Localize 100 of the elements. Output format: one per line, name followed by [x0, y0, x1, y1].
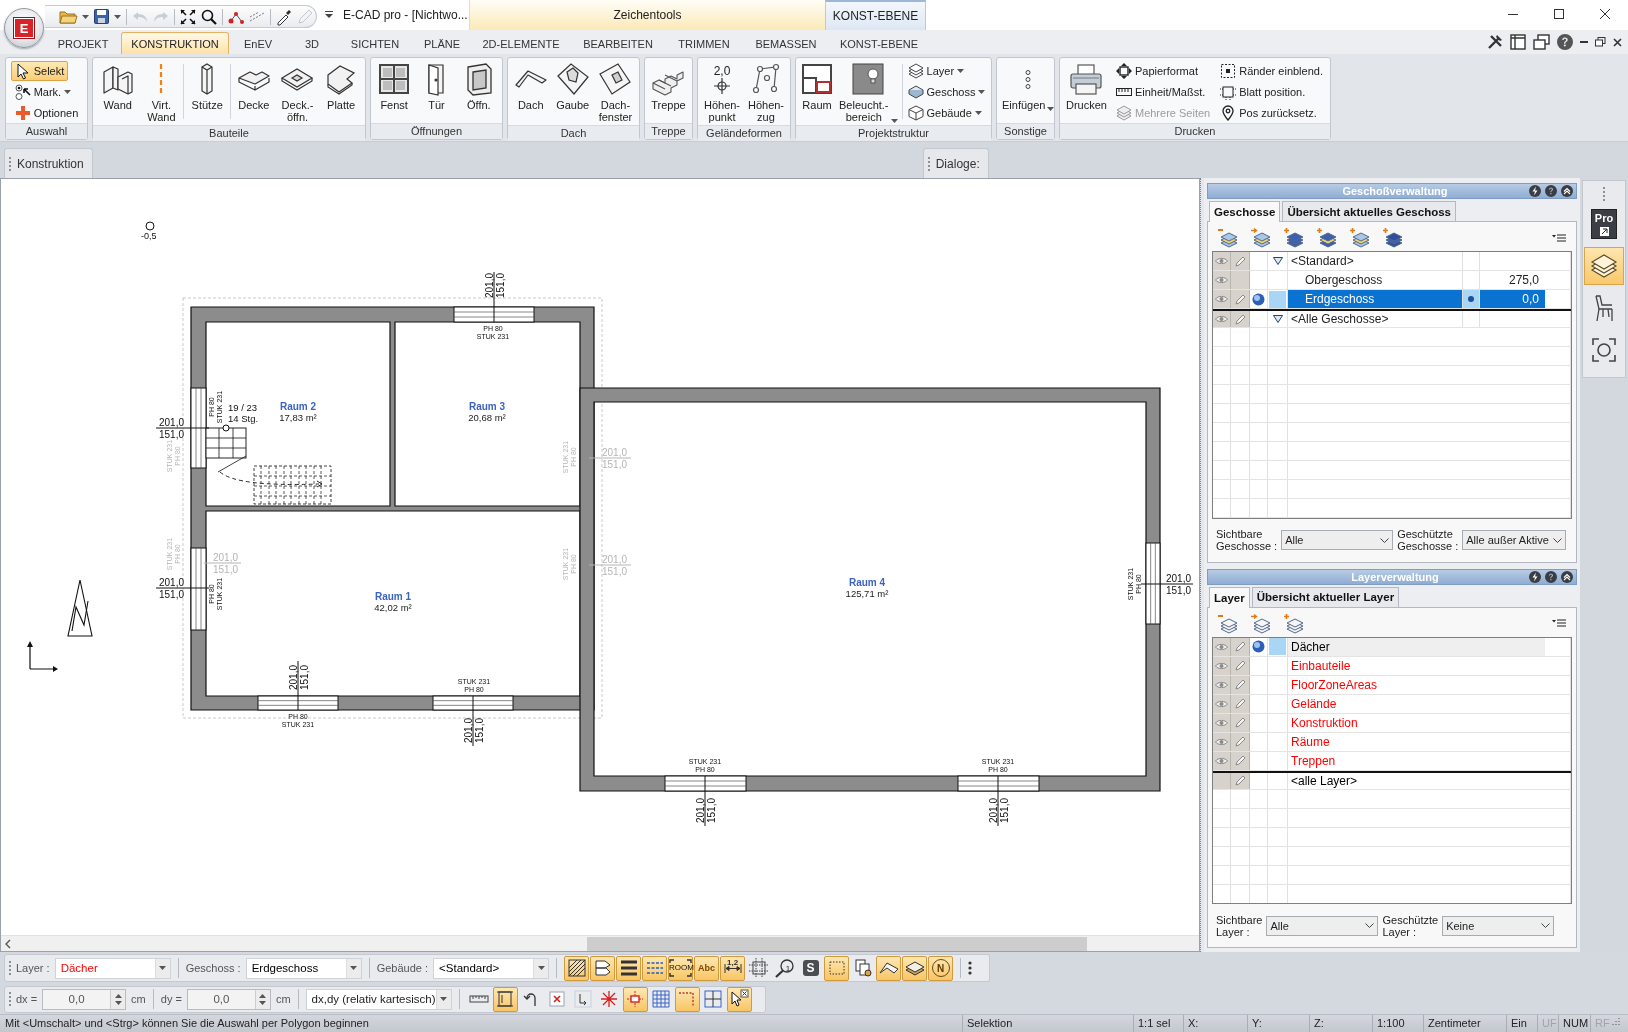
ribbon-button[interactable]: Wand	[98, 60, 137, 113]
lightning-icon[interactable]	[1529, 570, 1541, 583]
visibility-toggle[interactable]	[1213, 772, 1231, 789]
ribbon-tab[interactable]: TRIMMEN	[668, 32, 740, 54]
panel-tab[interactable]: Geschosse	[1209, 201, 1281, 222]
collapse-icon[interactable]	[1561, 570, 1573, 583]
stack-plus-icon[interactable]	[1317, 228, 1339, 248]
horizontal-scrollbar[interactable]	[1, 935, 1199, 951]
toolbar-button[interactable]: ROOM	[668, 955, 694, 981]
filter-select[interactable]: Alle außer Aktive	[1462, 530, 1567, 550]
layer-row[interactable]: Treppen	[1288, 751, 1545, 770]
ribbon-button[interactable]: Dach	[511, 60, 550, 113]
ribbon-button[interactable]: Raum	[798, 60, 836, 113]
toolbar-button[interactable]	[590, 955, 616, 981]
ribbon-button[interactable]: Gaube	[553, 60, 593, 113]
more-icon[interactable]	[968, 961, 973, 975]
panel-tab[interactable]: Übersicht aktueller Layer	[1251, 586, 1400, 607]
ribbon-button[interactable]: Geschoss	[903, 82, 990, 102]
toolbar-button[interactable]: S	[798, 955, 824, 981]
folder-icon[interactable]	[59, 9, 77, 24]
ribbon-button[interactable]: Mark.	[10, 82, 76, 102]
help-icon[interactable]	[1557, 34, 1573, 50]
spin-field[interactable]: 0,0	[186, 988, 271, 1010]
stack-minus-icon[interactable]	[1218, 613, 1240, 634]
edit-toggle[interactable]	[1231, 772, 1250, 789]
help-icon[interactable]	[1545, 185, 1557, 197]
visibility-toggle[interactable]	[1213, 637, 1231, 656]
stack-plus-icon[interactable]	[1284, 228, 1306, 248]
layer-row[interactable]: Gelände	[1288, 694, 1545, 713]
ribbon-button[interactable]: Platte	[322, 60, 361, 113]
ribbon-button[interactable]: Tür	[417, 60, 456, 113]
dropdown-field[interactable]: <Standard>	[433, 957, 550, 979]
storey-row[interactable]: Obergeschoss 275,0	[1288, 271, 1545, 289]
storey-row[interactable]: <Standard>	[1288, 252, 1545, 270]
help-icon[interactable]	[1545, 570, 1557, 583]
scrollbar-thumb[interactable]	[587, 936, 1087, 951]
ribbon-button[interactable]: 2,0 Höhen- punkt	[700, 60, 744, 125]
ribbon-button[interactable]: Papierformat	[1111, 61, 1202, 81]
ribbon-tab[interactable]: EnEV	[232, 32, 284, 54]
ribbon-button[interactable]: Dach- fenster	[595, 60, 636, 125]
ribbon-tab[interactable]: BEARBEITEN	[571, 32, 665, 54]
ribbon-button[interactable]: Optionen	[10, 103, 83, 123]
stack-minus-icon[interactable]	[1218, 228, 1240, 248]
filter-select[interactable]: Alle	[1281, 530, 1394, 550]
save-icon[interactable]	[94, 9, 109, 24]
visibility-toggle[interactable]	[1213, 271, 1231, 289]
ribbon-tab[interactable]: KONSTRUKTION	[121, 32, 229, 54]
storey-row[interactable]: <Alle Geschosse>	[1288, 311, 1545, 327]
side-button[interactable]	[1584, 247, 1624, 285]
ribbon-button[interactable]: Einheit/Maßst.	[1111, 82, 1210, 102]
layer-row[interactable]: Räume	[1288, 732, 1545, 751]
pipette-icon[interactable]	[276, 8, 292, 25]
layer-row[interactable]: FloorZoneAreas	[1288, 675, 1545, 694]
ribbon-tab[interactable]: BEMASSEN	[743, 32, 829, 54]
search-icon[interactable]	[201, 8, 217, 25]
ribbon-button[interactable]: Layer	[903, 61, 969, 81]
stack-arrow-icon[interactable]	[1251, 613, 1273, 634]
windows-icon[interactable]	[1533, 34, 1550, 50]
filter-select[interactable]: Alle	[1266, 915, 1379, 936]
stack-plus-icon[interactable]	[1383, 228, 1405, 248]
edit-toggle[interactable]	[1231, 637, 1250, 656]
layer-row[interactable]: Dächer	[1288, 637, 1545, 656]
spin-field[interactable]: 0,0	[42, 988, 127, 1010]
stack-plus-icon[interactable]	[1284, 613, 1306, 634]
mode-dropdown[interactable]: dx,dy (relativ kartesisch)	[305, 988, 452, 1010]
layer-row[interactable]: Konstruktion	[1288, 713, 1545, 732]
collapse-icon[interactable]	[1561, 185, 1573, 197]
application-menu-button[interactable]: E	[4, 8, 44, 48]
toolbar-button[interactable]	[616, 955, 642, 981]
ribbon-button[interactable]: Höhen- zug	[744, 60, 788, 125]
ribbon-button[interactable]: Treppe	[648, 60, 689, 113]
menu-icon[interactable]	[1552, 619, 1566, 628]
ribbon-button[interactable]: Stütze	[188, 60, 227, 113]
storey-row[interactable]: Erdgeschoss 0,0	[1288, 290, 1545, 308]
visibility-toggle[interactable]	[1213, 311, 1231, 327]
ribbon-button[interactable]: Deck.- öffn.	[278, 60, 317, 125]
toolbar-button[interactable]: 1,2	[720, 955, 746, 981]
dropdown-field[interactable]: Erdgeschoss	[245, 957, 362, 979]
edit-toggle[interactable]	[1231, 271, 1250, 289]
ribbon-button[interactable]: Virt. Wand	[144, 60, 179, 125]
toolbar-button[interactable]: 1	[772, 955, 798, 981]
ribbon-button[interactable]: Gebäude	[903, 103, 986, 123]
toolbar-grip[interactable]	[927, 156, 930, 171]
ribbon-button[interactable]: Öffn.	[459, 60, 498, 113]
toolbar-button[interactable]	[492, 986, 518, 1012]
ribbon-button[interactable]: Decke	[234, 60, 273, 113]
ribbon-button[interactable]: Ränder einblend.	[1216, 61, 1327, 81]
layer-row[interactable]: <alle Layer>	[1288, 772, 1545, 789]
layer-row[interactable]: Einbauteile	[1288, 656, 1545, 675]
filter-select[interactable]: Keine	[1442, 915, 1555, 936]
visibility-toggle[interactable]	[1213, 252, 1231, 270]
tools-icon[interactable]	[1487, 34, 1503, 50]
close-icon[interactable]	[1613, 37, 1622, 47]
visibility-toggle[interactable]	[1213, 290, 1231, 308]
toolbar-button[interactable]	[902, 955, 928, 981]
ribbon-button[interactable]: Pos zurücksetz.	[1216, 103, 1321, 123]
toolbar-button[interactable]	[876, 955, 902, 981]
ribbon-button[interactable]: Fenst	[375, 60, 414, 113]
toolbar-button[interactable]	[726, 986, 752, 1012]
ribbon-button[interactable]: Beleucht.- bereich	[836, 60, 901, 125]
